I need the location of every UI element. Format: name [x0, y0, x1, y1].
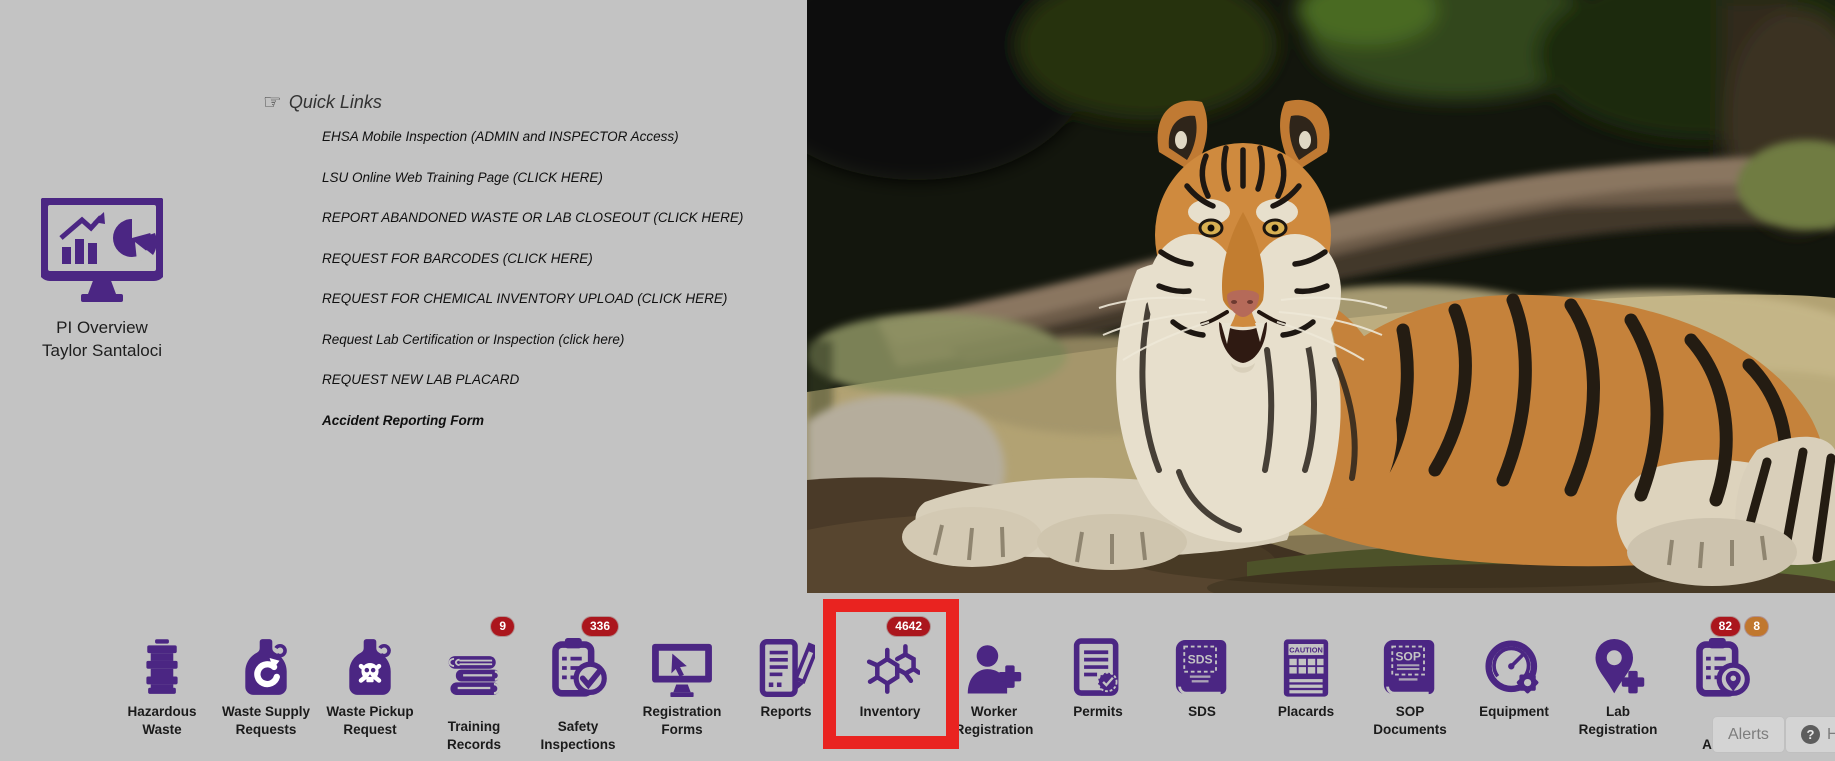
toolbar-item-permits[interactable]: Permits — [1046, 612, 1150, 753]
dashboard-monitor-icon — [41, 198, 163, 302]
quick-link-request-for-barcodes-click-here[interactable]: REQUEST FOR BARCODES (CLICK HERE) — [322, 251, 762, 266]
toolbar-item-label: Permits — [1073, 703, 1123, 721]
doc-seal-icon — [1046, 630, 1150, 698]
toolbar-item-label: Lab Registration — [1568, 703, 1668, 738]
quick-link-lsu-online-web-training-page-click-here[interactable]: LSU Online Web Training Page (CLICK HERE… — [322, 170, 762, 185]
count-badge: 82 — [1711, 617, 1740, 636]
toolbar-item-sop-documents[interactable]: SOP SOP Documents — [1358, 612, 1462, 753]
toolbar-item-label: Registration Forms — [632, 703, 732, 738]
toolbar-item-label: Waste Pickup Request — [320, 703, 420, 738]
person-plus-icon — [942, 630, 1046, 698]
clipboard-check-icon: 336 — [526, 630, 630, 698]
toolbar-item-worker-registration[interactable]: Worker Registration — [942, 612, 1046, 753]
pointing-hand-icon: ☞ — [263, 92, 282, 113]
svg-text:SOP: SOP — [1395, 650, 1421, 664]
alerts-button-label: Alerts — [1728, 726, 1769, 744]
jug-recycle-icon — [214, 630, 318, 698]
toolbar-item-lab-registration[interactable]: Lab Registration — [1566, 612, 1670, 753]
count-badge-secondary: 8 — [1745, 617, 1768, 636]
sds-book-icon: SDS — [1150, 630, 1254, 698]
toolbar-item-label: SOP Documents — [1360, 703, 1460, 738]
toolbar: Hazardous WasteWaste Supply RequestsWast… — [110, 612, 1774, 753]
toolbar-item-label: Placards — [1278, 703, 1334, 721]
toolbar-item-sds[interactable]: SDS SDS — [1150, 612, 1254, 753]
quick-links-header: ☞ Quick Links — [263, 92, 382, 113]
toolbar-item-label: Training Records — [424, 718, 524, 753]
books-icon: 9 — [422, 630, 526, 698]
question-mark-icon: ? — [1801, 725, 1820, 744]
svg-text:SDS: SDS — [1188, 652, 1213, 666]
alerts-button[interactable]: Alerts — [1712, 716, 1785, 753]
quick-link-request-for-chemical-inventory-upload-cl[interactable]: REQUEST FOR CHEMICAL INVENTORY UPLOAD (C… — [322, 291, 762, 306]
toolbar-item-label: Inventory — [860, 703, 921, 721]
count-badge: 336 — [582, 617, 618, 636]
pi-overview-user: Taylor Santaloci — [12, 340, 192, 363]
toolbar-item-inventory[interactable]: 4642 Inventory — [838, 612, 942, 753]
quick-link-request-lab-certification-or-inspection-[interactable]: Request Lab Certification or Inspection … — [322, 332, 762, 347]
caution-placard-icon: CAUTION — [1254, 630, 1358, 698]
quick-link-ehsa-mobile-inspection-admin-and-inspect[interactable]: EHSA Mobile Inspection (ADMIN and INSPEC… — [322, 129, 762, 144]
quick-link-accident-reporting-form[interactable]: Accident Reporting Form — [322, 413, 762, 428]
gauge-gear-icon — [1462, 630, 1566, 698]
molecule-icon: 4642 — [838, 630, 942, 698]
toolbar-item-label: Equipment — [1479, 703, 1549, 721]
toolbar-item-label: Hazardous Waste — [112, 703, 212, 738]
pi-overview-title: PI Overview — [12, 317, 192, 340]
quick-link-report-abandoned-waste-or-lab-closeout-c[interactable]: REPORT ABANDONED WASTE OR LAB CLOSEOUT (… — [322, 210, 762, 225]
sop-book-icon: SOP — [1358, 630, 1462, 698]
toolbar-item-label: Reports — [760, 703, 811, 721]
svg-text:CAUTION: CAUTION — [1289, 645, 1323, 654]
toolbar-item-training-records[interactable]: 9 Training Records — [422, 612, 526, 753]
toolbar-item-placards[interactable]: CAUTION Placards — [1254, 612, 1358, 753]
help-button[interactable]: ? Help — [1785, 716, 1835, 753]
count-badge: 9 — [491, 617, 514, 636]
count-badge: 4642 — [887, 617, 930, 636]
toolbar-item-waste-supply-requests[interactable]: Waste Supply Requests — [214, 612, 318, 753]
toolbar-item-label: Safety Inspections — [528, 718, 628, 753]
toolbar-item-label: Worker Registration — [944, 703, 1044, 738]
quick-links-title: Quick Links — [289, 92, 382, 113]
toolbar-item-safety-inspections[interactable]: 336 Safety Inspections — [526, 612, 630, 753]
monitor-cursor-icon — [630, 630, 734, 698]
toolbar-item-registration-forms[interactable]: Registration Forms — [630, 612, 734, 753]
toolbar-item-hazardous-waste[interactable]: Hazardous Waste — [110, 612, 214, 753]
pi-overview-block[interactable]: PI Overview Taylor Santaloci — [12, 198, 192, 363]
pin-plus-icon — [1566, 630, 1670, 698]
screen: PI Overview Taylor Santaloci ☞ Quick Lin… — [0, 0, 1835, 761]
toolbar-item-waste-pickup-request[interactable]: Waste Pickup Request — [318, 612, 422, 753]
toolbar-item-label: Waste Supply Requests — [216, 703, 316, 738]
clipboard-pin-icon: 828 — [1670, 630, 1774, 698]
quick-link-request-new-lab-placard[interactable]: REQUEST NEW LAB PLACARD — [322, 372, 762, 387]
waste-drum-icon — [110, 630, 214, 698]
quick-links: EHSA Mobile Inspection (ADMIN and INSPEC… — [322, 129, 762, 453]
toolbar-item-reports[interactable]: Reports — [734, 612, 838, 753]
toolbar-item-label: SDS — [1188, 703, 1216, 721]
toolbar-item-equipment[interactable]: Equipment — [1462, 612, 1566, 753]
tiger-photo — [807, 0, 1835, 593]
help-button-label: Help — [1827, 726, 1835, 744]
jug-skull-icon — [318, 630, 422, 698]
doc-pencil-icon — [734, 630, 838, 698]
